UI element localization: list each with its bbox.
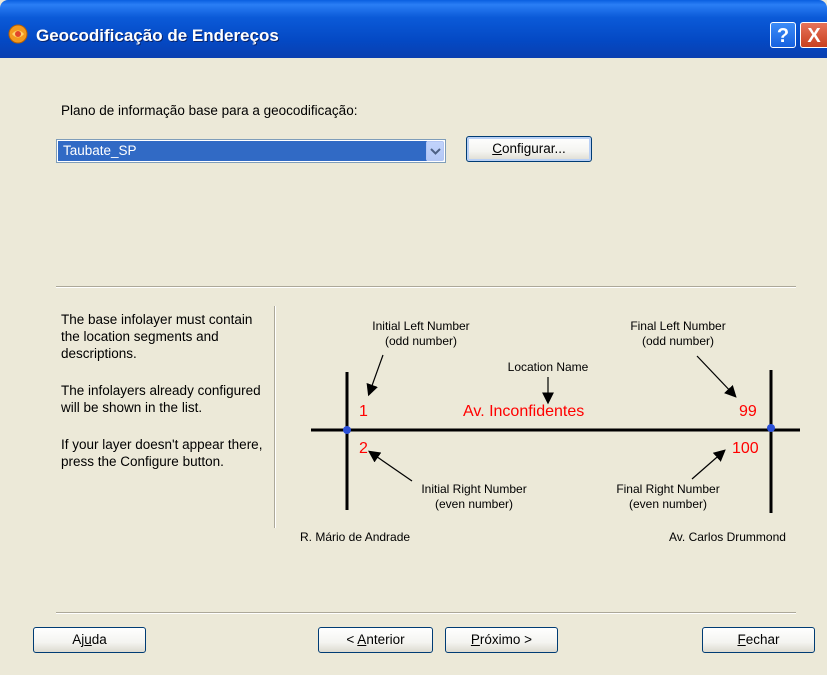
location-name-label: Location Name <box>508 360 589 374</box>
address-diagram: Initial Left Number (odd number) Final L… <box>300 319 800 544</box>
final-left-sub: (odd number) <box>642 334 714 348</box>
close-button[interactable]: Fechar <box>702 627 815 653</box>
arrow-final-right <box>691 449 726 480</box>
final-left-label: Final Left Number <box>630 319 725 333</box>
arrow-final-left <box>696 355 737 398</box>
left-street-name: R. Mário de Andrade <box>300 530 410 544</box>
left-node <box>343 426 351 434</box>
num-final-left: 99 <box>739 403 757 420</box>
initial-left-sub: (odd number) <box>385 334 457 348</box>
initial-right-label: Initial Right Number <box>421 482 526 496</box>
right-street-name: Av. Carlos Drummond <box>669 530 786 544</box>
initial-left-label: Initial Left Number <box>372 319 469 333</box>
final-right-label: Final Right Number <box>616 482 719 496</box>
arrow-initial-left <box>366 354 384 397</box>
help-button[interactable]: Ajuda <box>33 627 146 653</box>
previous-button[interactable]: < Anterior <box>318 627 433 653</box>
num-final-right: 100 <box>732 440 759 457</box>
initial-right-sub: (even number) <box>435 497 513 511</box>
street-name: Av. Inconfidentes <box>463 403 584 420</box>
final-right-sub: (even number) <box>629 497 707 511</box>
num-initial-left: 1 <box>359 403 368 420</box>
num-initial-right: 2 <box>359 440 368 457</box>
next-button[interactable]: Próximo > <box>445 627 558 653</box>
divider-bottom <box>56 612 796 614</box>
right-node <box>767 424 775 432</box>
arrow-initial-right <box>368 450 413 482</box>
